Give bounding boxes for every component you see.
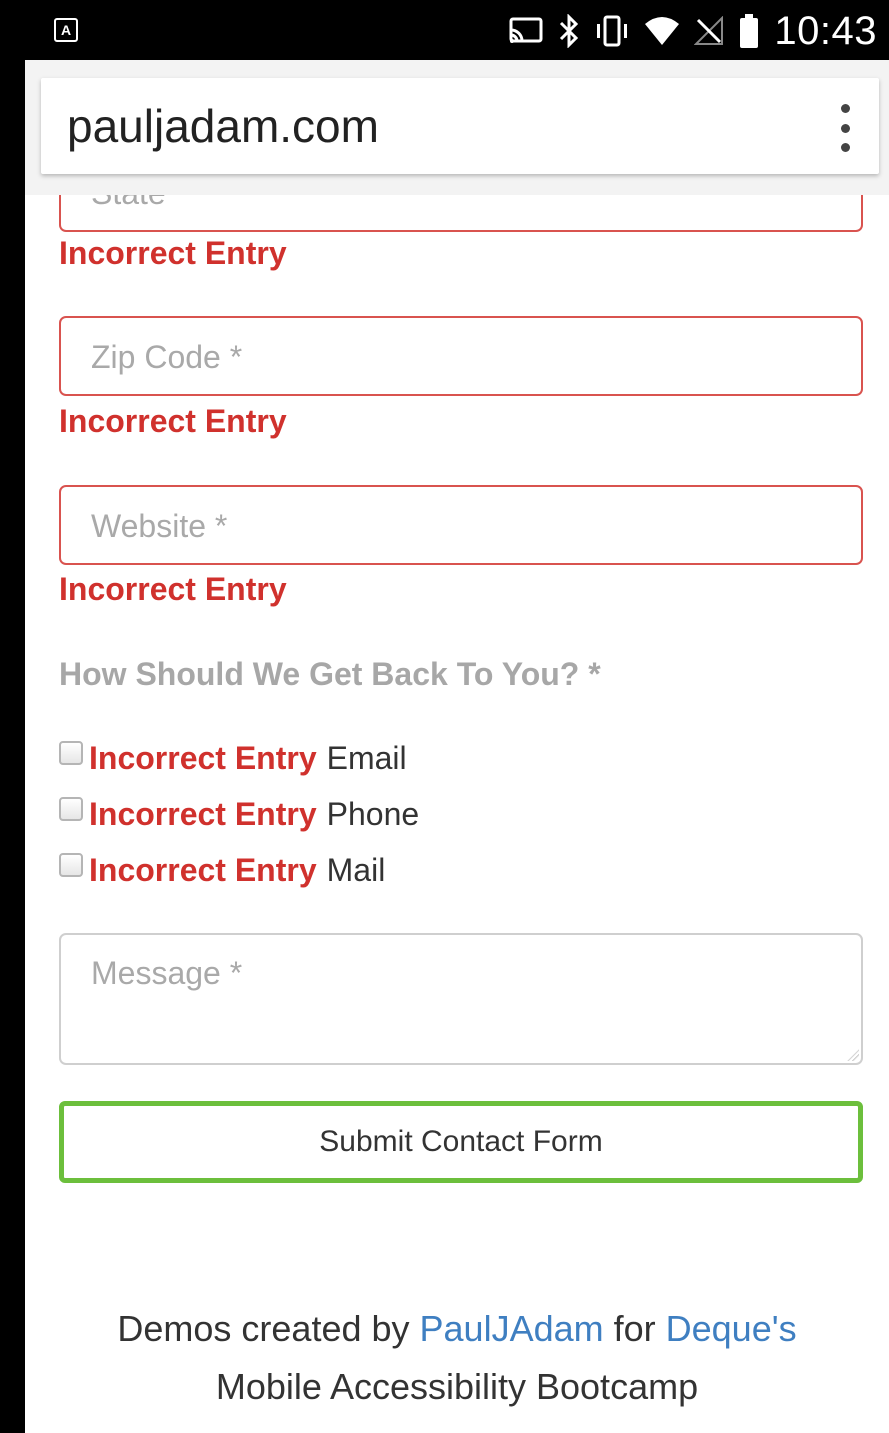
email-checkbox[interactable] xyxy=(59,741,83,765)
url-text[interactable]: pauljadam.com xyxy=(67,100,379,152)
mail-label: Mail xyxy=(326,851,386,888)
cast-icon xyxy=(508,16,544,46)
contact-option-email[interactable]: Incorrect Entry Email xyxy=(59,736,407,780)
vibrate-icon xyxy=(594,15,630,47)
browser-toolbar: pauljadam.com xyxy=(25,60,889,195)
author-link[interactable]: PaulJAdam xyxy=(420,1308,604,1349)
wifi-icon xyxy=(644,16,680,46)
email-label: Email xyxy=(326,739,407,776)
mail-checkbox[interactable] xyxy=(59,853,83,877)
overflow-menu-icon[interactable] xyxy=(835,104,855,152)
status-time: 10:43 xyxy=(774,9,877,53)
submit-contact-form-button[interactable]: Submit Contact Form xyxy=(59,1101,863,1183)
address-bar[interactable]: pauljadam.com xyxy=(41,78,879,174)
page-content: State * Incorrect Entry Zip Code * Incor… xyxy=(25,60,889,1433)
contact-method-question: How Should We Get Back To You? * xyxy=(59,656,601,692)
website-placeholder: Website * xyxy=(91,508,228,544)
notification-icon: A xyxy=(54,18,78,42)
website-field[interactable]: Website * xyxy=(59,485,863,565)
contact-option-phone[interactable]: Incorrect Entry Phone xyxy=(59,792,419,836)
footer-middle: for xyxy=(603,1308,666,1349)
bluetooth-icon xyxy=(558,14,580,48)
footer-line2: Mobile Accessibility Bootcamp xyxy=(215,1366,699,1407)
phone-label: Phone xyxy=(326,795,420,832)
zip-code-field[interactable]: Zip Code * xyxy=(59,316,863,396)
contact-option-mail[interactable]: Incorrect Entry Mail xyxy=(59,848,385,892)
browser-viewport: State * Incorrect Entry Zip Code * Incor… xyxy=(25,60,889,1433)
footer-credits: Demos created by PaulJAdam for Deque's M… xyxy=(25,1300,889,1416)
zip-code-placeholder: Zip Code * xyxy=(91,339,243,375)
phone-error: Incorrect Entry xyxy=(89,795,317,832)
zip-code-error: Incorrect Entry xyxy=(59,403,287,439)
message-textarea[interactable]: Message * xyxy=(59,933,863,1065)
company-link[interactable]: Deque's xyxy=(666,1308,797,1349)
footer-prefix: Demos created by xyxy=(117,1308,420,1349)
resize-handle-icon[interactable] xyxy=(847,1049,859,1061)
battery-icon xyxy=(738,13,760,49)
message-placeholder: Message * xyxy=(91,955,243,991)
email-error: Incorrect Entry xyxy=(89,739,317,776)
no-signal-icon xyxy=(694,16,724,46)
state-error: Incorrect Entry xyxy=(59,235,287,271)
mail-error: Incorrect Entry xyxy=(89,851,317,888)
website-error: Incorrect Entry xyxy=(59,571,287,607)
phone-checkbox[interactable] xyxy=(59,797,83,821)
status-bar: A 10:43 xyxy=(0,0,889,60)
